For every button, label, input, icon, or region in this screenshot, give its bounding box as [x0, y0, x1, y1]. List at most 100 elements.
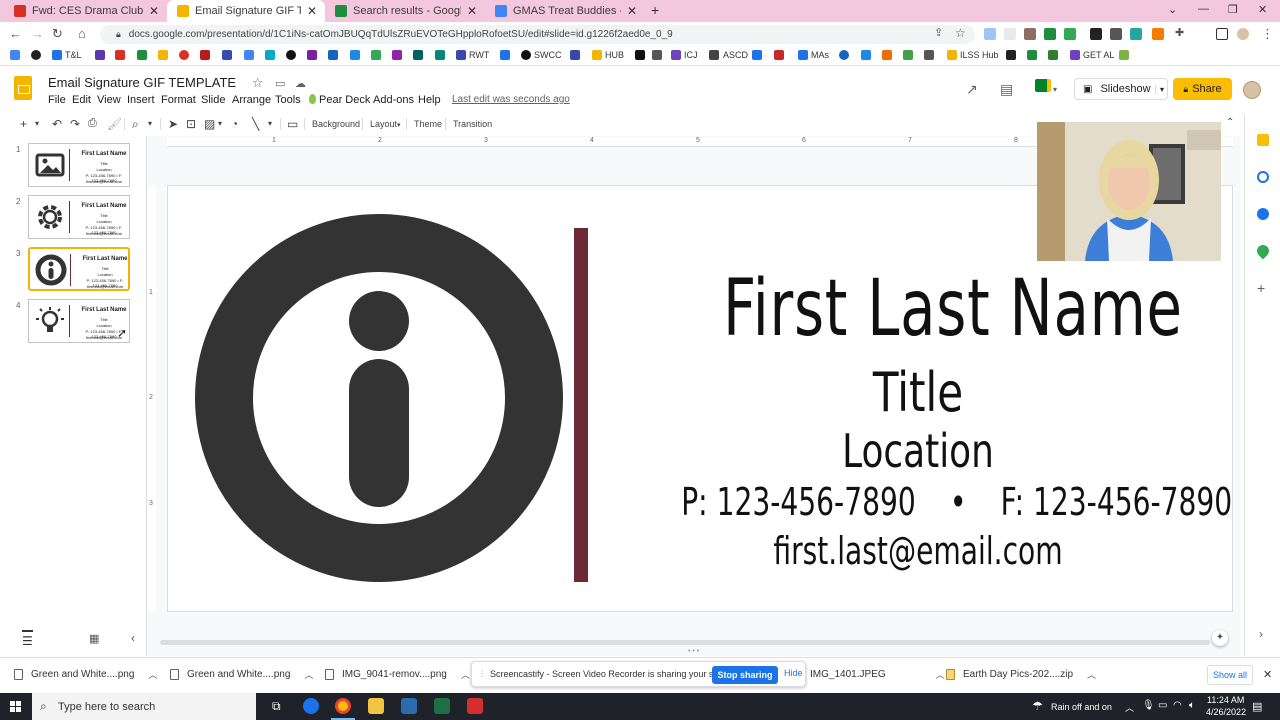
- file-explorer-icon[interactable]: [368, 698, 384, 714]
- new-slide-icon[interactable]: +: [20, 117, 27, 131]
- wifi-icon[interactable]: ◠: [1173, 700, 1182, 711]
- collapse-toolbar-icon[interactable]: ⌃: [1226, 117, 1234, 128]
- bookmark-icon[interactable]: [1048, 50, 1061, 60]
- bookmark-ascd[interactable]: ASCD: [723, 50, 748, 60]
- slideshow-button[interactable]: ▣ Slideshow ▾: [1074, 78, 1168, 100]
- slide-thumbnail[interactable]: First Last Name Title Location P: 123-456-7…: [28, 143, 130, 187]
- name-text[interactable]: First Last Name: [723, 266, 1182, 352]
- speaker-notes-handle[interactable]: • • •: [688, 648, 699, 655]
- microphone-icon[interactable]: 🎙︎: [1142, 700, 1155, 711]
- notifications-icon[interactable]: ▤: [1252, 700, 1262, 713]
- bookmark-icon[interactable]: [413, 50, 426, 60]
- bookmark-icon[interactable]: [328, 50, 341, 60]
- paint-format-icon[interactable]: 🖌︎: [107, 117, 122, 131]
- taskbar-search-field[interactable]: ⌕ Type here to search: [32, 693, 256, 720]
- print-icon[interactable]: ⎙: [88, 117, 97, 130]
- tab-email-signature[interactable]: Email Signature GIF TEMPLATE - ✕: [167, 0, 325, 22]
- list-view-icon[interactable]: ☰: [22, 630, 33, 648]
- email-text[interactable]: first.last@email.com: [733, 529, 1103, 573]
- theme-button[interactable]: Theme: [414, 119, 442, 129]
- text-box-icon[interactable]: ⊡: [186, 117, 196, 131]
- extension-icon[interactable]: [1004, 28, 1016, 40]
- line-icon[interactable]: ╲: [252, 117, 259, 131]
- bookmark-swcc[interactable]: SWCC: [521, 50, 562, 60]
- bookmark-icon[interactable]: [435, 50, 448, 60]
- bookmark-apps-icon[interactable]: [10, 50, 23, 60]
- title-text[interactable]: Title: [762, 363, 1074, 423]
- clock-time[interactable]: 11:24 AM: [1207, 695, 1244, 705]
- windows-start-icon[interactable]: [10, 701, 22, 713]
- acrobat-icon[interactable]: [467, 698, 483, 714]
- edge-icon[interactable]: [303, 698, 319, 714]
- close-downloads-icon[interactable]: ✕: [1263, 668, 1272, 681]
- maps-icon[interactable]: [1254, 242, 1272, 260]
- tab-drama-club[interactable]: Fwd: CES Drama Club - Aladdin ✕: [4, 0, 167, 22]
- bookmark-icon[interactable]: [774, 50, 787, 60]
- star-icon[interactable]: ☆: [252, 75, 264, 90]
- bookmark-mas[interactable]: MAs: [798, 50, 829, 60]
- profile-icon[interactable]: [1237, 28, 1249, 40]
- url-field[interactable]: 🔒︎ docs.google.com/presentation/d/1C1iNs…: [100, 25, 975, 44]
- contact-line[interactable]: P: 123-456-7890 • F: 123-456-7890: [681, 480, 1232, 524]
- document-title[interactable]: Email Signature GIF TEMPLATE ☆ ▭ ☁: [48, 75, 306, 91]
- menu-add-ons[interactable]: Add-ons: [373, 94, 414, 106]
- keep-icon[interactable]: [1257, 134, 1269, 146]
- tray-chevron-icon[interactable]: ︿: [1125, 701, 1134, 714]
- new-tab-button[interactable]: +: [651, 2, 659, 18]
- tab-gmas-treat-buddies[interactable]: GMAS Treat Buddies - Google Do ✕: [485, 0, 645, 22]
- home-icon[interactable]: ⌂: [78, 26, 86, 41]
- menu-format[interactable]: Format: [161, 94, 196, 106]
- menu-file[interactable]: File: [48, 94, 66, 106]
- minimize-icon[interactable]: —: [1198, 3, 1209, 15]
- bookmark-icon[interactable]: [1006, 50, 1019, 60]
- slide-thumbnail[interactable]: First Last Name Title Location P: 123-456-7…: [28, 195, 130, 239]
- chrome-icon[interactable]: [335, 698, 351, 714]
- insert-image-icon[interactable]: ▨: [204, 117, 215, 131]
- stop-sharing-button[interactable]: Stop sharing: [712, 666, 778, 684]
- hide-side-panel-icon[interactable]: ›: [1259, 627, 1263, 641]
- zoom-icon[interactable]: ⌕: [132, 117, 139, 132]
- menu-view[interactable]: View: [97, 94, 121, 106]
- slide-thumbnail[interactable]: First Last Name Title Location P: 123-456-7…: [28, 299, 130, 343]
- line-dropdown-icon[interactable]: ▾: [268, 119, 272, 128]
- menu-tools[interactable]: Tools: [275, 94, 301, 106]
- menu-slide[interactable]: Slide: [201, 94, 225, 106]
- close-tab-icon[interactable]: ✕: [307, 4, 317, 18]
- last-edit-link[interactable]: Last edit was seconds ago: [452, 94, 570, 105]
- bookmark-icon[interactable]: [500, 50, 513, 60]
- transition-button[interactable]: Transition: [453, 119, 492, 129]
- layout-button[interactable]: Layout▾: [370, 119, 401, 129]
- download-item[interactable]: Green and White....png ︿: [14, 668, 157, 681]
- bookmark-icj[interactable]: ICJ: [671, 50, 698, 60]
- store-icon[interactable]: [401, 698, 417, 714]
- contacts-icon[interactable]: [1257, 208, 1269, 220]
- bookmark-icon[interactable]: [924, 50, 937, 60]
- menu-pear-deck[interactable]: Pear Deck: [309, 94, 370, 106]
- share-button[interactable]: 🔒︎ Share: [1173, 78, 1232, 100]
- bookmark-ilss-hub[interactable]: ILSS Hub: [947, 50, 999, 60]
- bookmark-tl[interactable]: T&L: [52, 50, 82, 60]
- close-tab-icon[interactable]: ✕: [467, 4, 477, 18]
- bookmark-icon[interactable]: [861, 50, 874, 60]
- volume-icon[interactable]: 🔈︎: [1189, 700, 1195, 711]
- weather-text[interactable]: Rain off and on: [1051, 702, 1112, 712]
- collapse-filmstrip-icon[interactable]: ‹: [131, 631, 135, 645]
- account-avatar[interactable]: [1243, 81, 1261, 99]
- comments-icon[interactable]: ▤: [1000, 81, 1013, 98]
- bookmark-icon[interactable]: [115, 50, 128, 60]
- forward-icon[interactable]: →: [31, 26, 44, 41]
- get-addons-icon[interactable]: +: [1257, 280, 1265, 296]
- bookmark-icon[interactable]: [95, 50, 108, 60]
- activity-trend-icon[interactable]: ↗: [966, 81, 978, 98]
- restore-icon[interactable]: ❐: [1228, 3, 1238, 16]
- redo-icon[interactable]: ↷: [70, 117, 80, 131]
- browser-menu-icon[interactable]: ⋮: [1261, 26, 1274, 42]
- download-item[interactable]: IMG_1401.JPEG ︿: [810, 668, 945, 681]
- add-comment-icon[interactable]: ▭: [287, 117, 298, 131]
- show-all-downloads-button[interactable]: Show all: [1207, 665, 1253, 685]
- bookmark-icon[interactable]: [244, 50, 257, 60]
- meet-icon[interactable]: ▾: [1035, 79, 1057, 95]
- bookmark-icon[interactable]: [839, 50, 852, 60]
- reading-list-icon[interactable]: [1216, 28, 1228, 40]
- bookmark-icon[interactable]: [200, 50, 213, 60]
